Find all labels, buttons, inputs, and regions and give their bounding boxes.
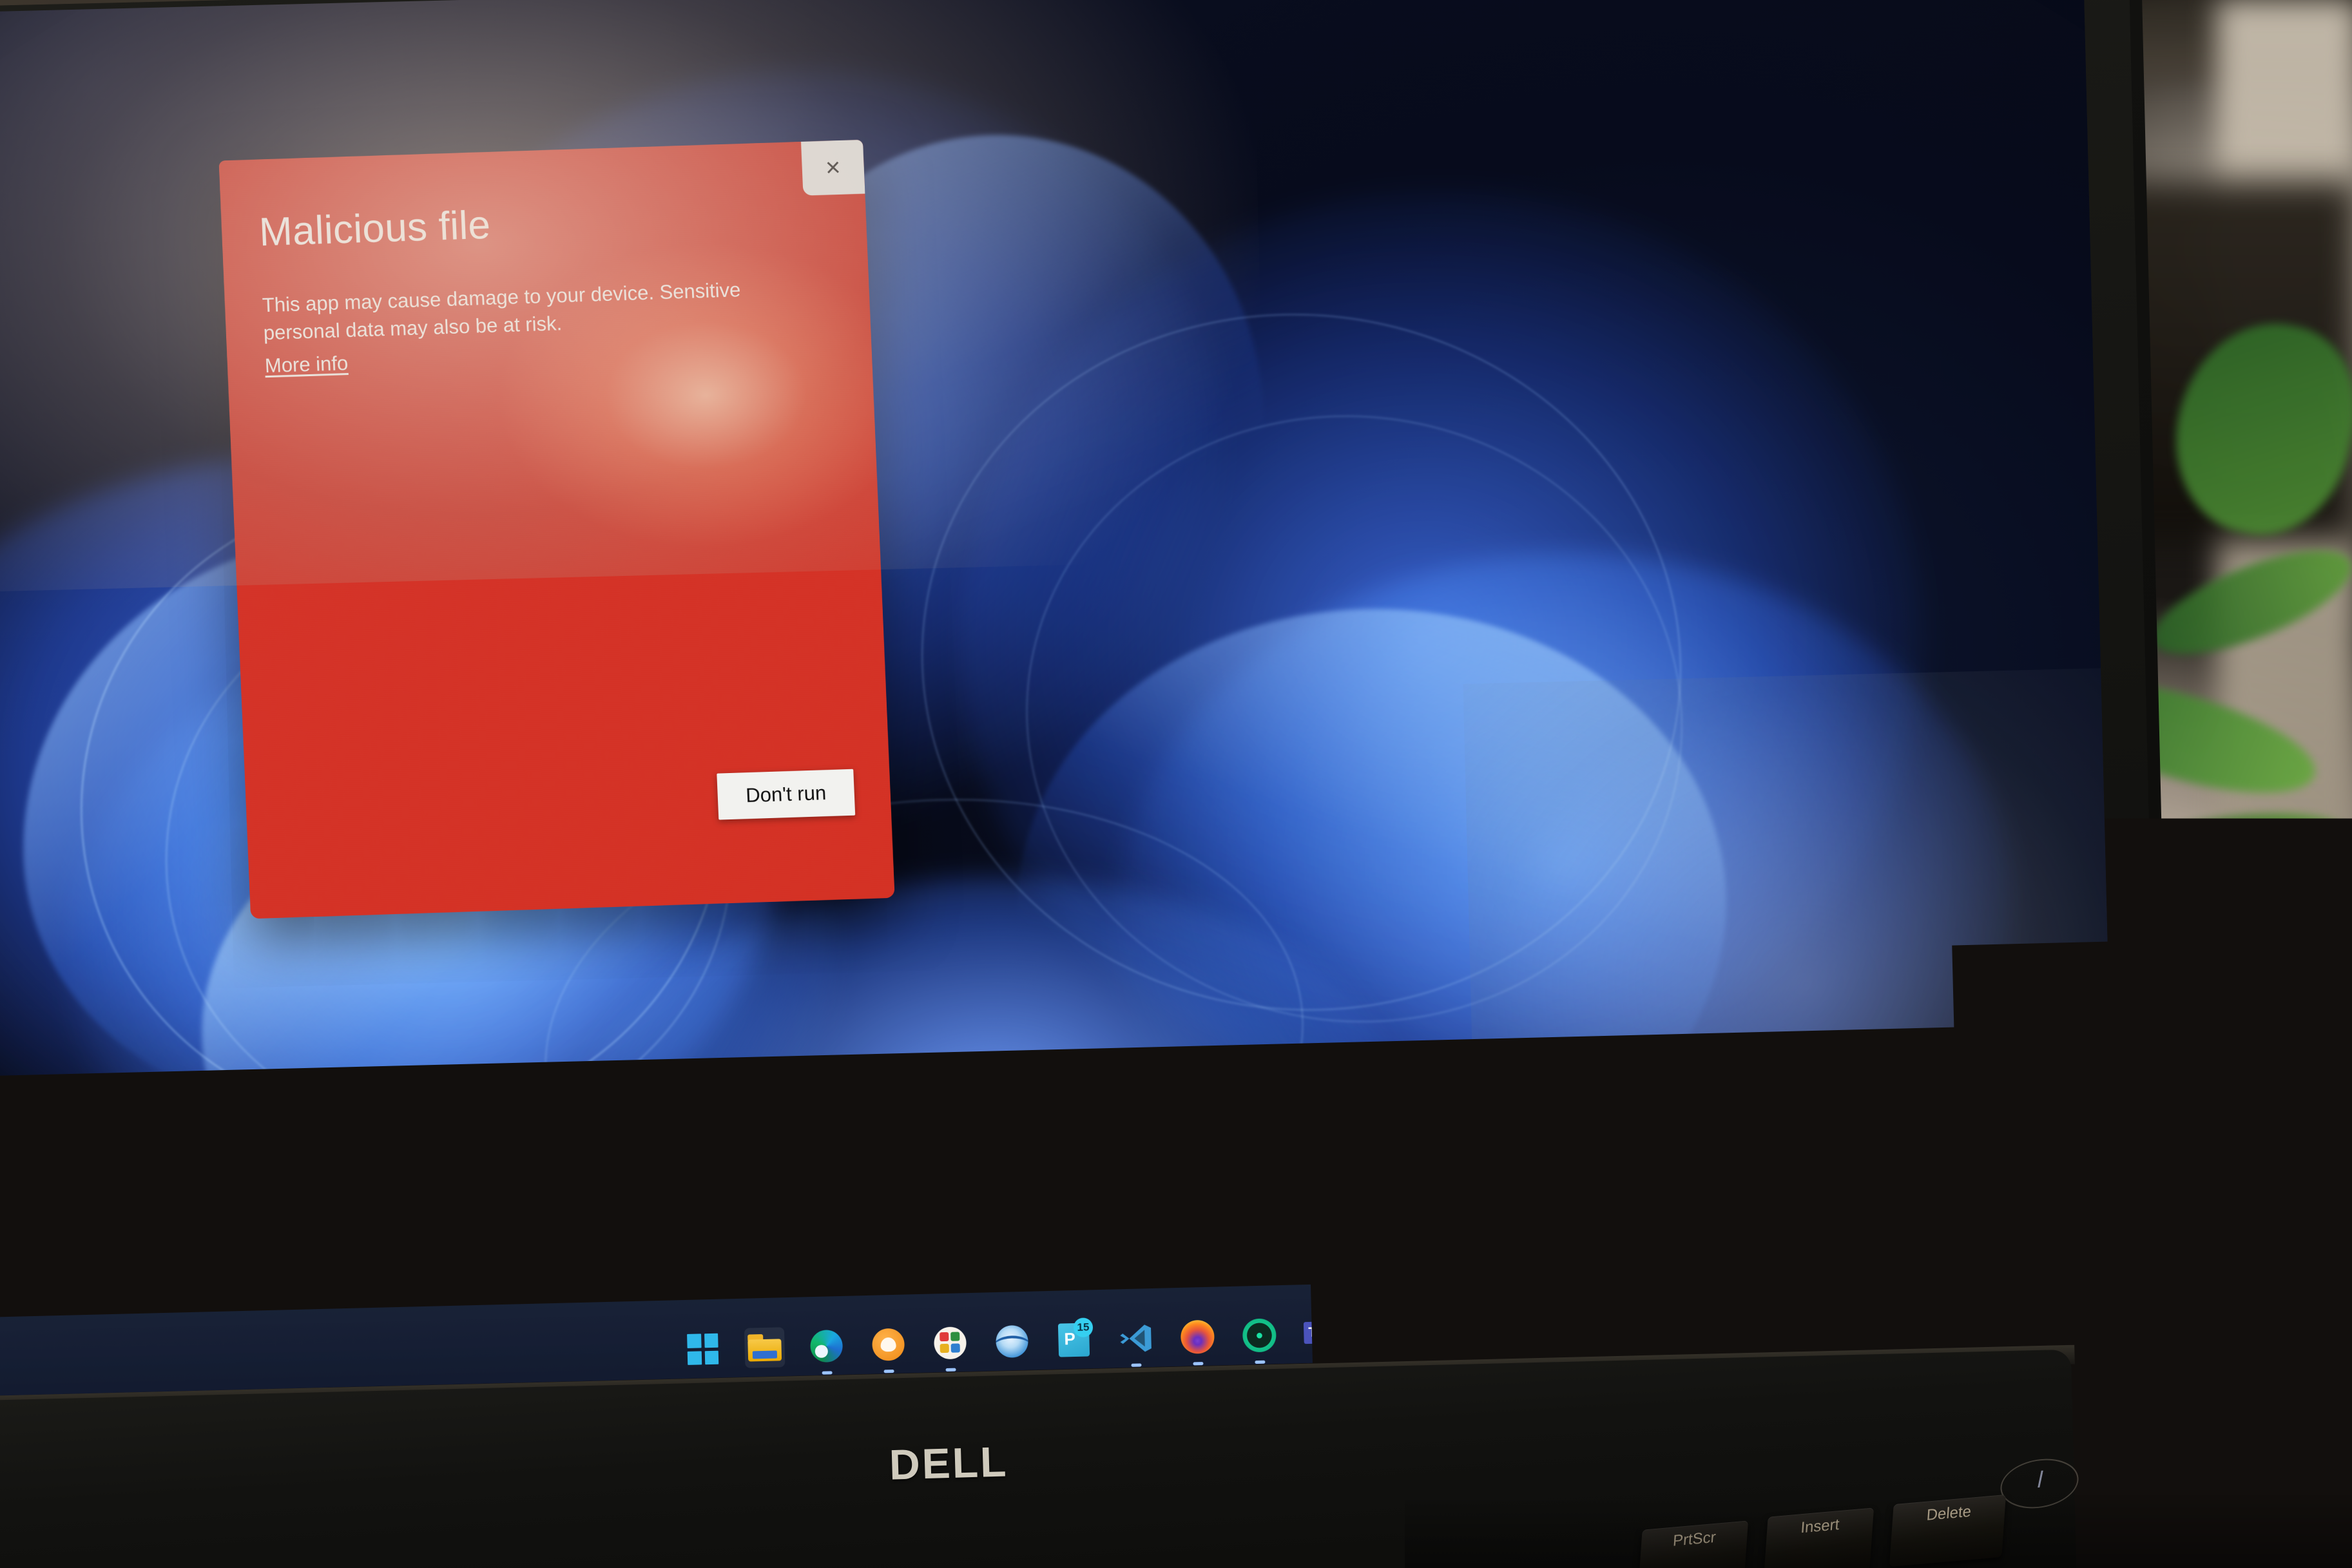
malicious-file-dialog: × Malicious file This app may cause dama… <box>218 140 894 919</box>
firefox-icon <box>1181 1320 1215 1354</box>
folder-icon <box>747 1334 782 1361</box>
clock-time: 11:38 <box>1971 1293 2010 1312</box>
language-indicator[interactable]: ENG UK <box>1750 1299 1786 1334</box>
green-circle-app-icon <box>1242 1318 1277 1352</box>
running-indicator <box>1255 1361 1265 1364</box>
more-info-link[interactable]: More info <box>264 350 349 380</box>
edge-icon <box>810 1330 843 1362</box>
dell-logo: DELL <box>889 1437 1008 1489</box>
pdf-app-icon: P 15 <box>1058 1323 1090 1357</box>
teams-icon[interactable] <box>1665 1306 1692 1332</box>
running-indicator <box>1193 1362 1203 1365</box>
language-line2: UK <box>1756 1316 1780 1335</box>
teams-icon[interactable]: T <box>1708 1305 1734 1332</box>
app-badge-count: 15 <box>1074 1317 1094 1337</box>
dialog-title: Malicious file <box>258 202 492 256</box>
keyboard-shadow <box>1405 1495 2352 1568</box>
clock-date: 21/01/2022 <box>1931 1311 2012 1331</box>
clock[interactable]: 11:38 21/01/2022 <box>1930 1293 2011 1331</box>
vscode-icon <box>1119 1322 1153 1355</box>
laptop-screen: × Malicious file This app may cause dama… <box>0 0 2117 1395</box>
close-button[interactable]: × <box>801 140 865 196</box>
taskbar-app-group: P 15 ● T ✓ <box>682 1314 1342 1370</box>
chevron-up-icon[interactable]: ∧ <box>1551 1312 1564 1332</box>
monitor-icon[interactable] <box>1802 1303 1829 1329</box>
photo-scene: × Malicious file This app may cause dama… <box>0 0 2352 1568</box>
running-indicator <box>884 1370 894 1373</box>
taskbar-item-edge[interactable] <box>806 1326 847 1367</box>
running-indicator <box>1316 1359 1327 1362</box>
battery-charging-icon[interactable] <box>1887 1301 1914 1327</box>
dialog-message-text: This app may cause damage to your device… <box>262 278 741 344</box>
teams-icon: T ✓ <box>1304 1317 1339 1350</box>
status-badge: ✓ <box>1325 1314 1342 1330</box>
taskbar-item-green-app[interactable] <box>1239 1315 1280 1356</box>
language-line1: ENG <box>1750 1299 1786 1317</box>
taskbar-item-orange-app[interactable] <box>868 1324 909 1365</box>
background-wall <box>2217 0 2352 1095</box>
blue-swirl-app-icon <box>996 1325 1028 1358</box>
sync-icon[interactable] <box>1623 1307 1649 1334</box>
running-indicator <box>946 1368 956 1372</box>
running-indicator <box>1131 1363 1141 1366</box>
taskbar-item-teams[interactable]: T ✓ <box>1301 1314 1342 1355</box>
taskbar-item-blue-swirl-app[interactable] <box>992 1321 1033 1362</box>
taskbar-item-colorful-app[interactable] <box>930 1323 971 1364</box>
cloud-icon[interactable] <box>1580 1308 1606 1335</box>
taskbar-item-vscode[interactable] <box>1115 1318 1157 1359</box>
dialog-message: This app may cause damage to your device… <box>262 274 819 379</box>
system-tray: ∧ T ENG UK 11:38 21/01/2022 3 <box>1551 1292 2056 1340</box>
start-button[interactable] <box>682 1329 724 1370</box>
speaker-icon[interactable] <box>1845 1301 1871 1328</box>
taskbar-item-firefox[interactable] <box>1177 1317 1219 1358</box>
running-indicator <box>822 1371 833 1374</box>
taskbar-item-pdf-app[interactable]: P 15 <box>1054 1319 1095 1361</box>
notification-badge[interactable]: 3 <box>2027 1296 2055 1324</box>
colorful-circle-app-icon <box>934 1326 967 1359</box>
dont-run-button[interactable]: Don't run <box>717 769 855 820</box>
taskbar-item-file-explorer[interactable] <box>744 1327 786 1368</box>
orange-circle-app-icon <box>872 1328 905 1361</box>
windows-logo-icon <box>687 1334 718 1365</box>
